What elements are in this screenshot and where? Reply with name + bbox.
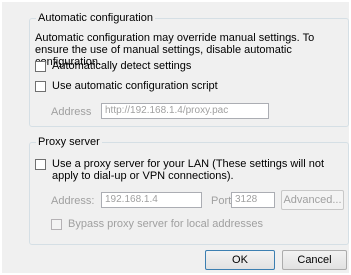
proxy-address-label: Address: [51,195,95,207]
script-address-label: Address [51,106,92,118]
auto-detect-row[interactable]: Automatically detect settings [35,60,191,72]
bypass-local-checkbox[interactable] [51,219,62,230]
proxy-server-legend: Proxy server [38,136,100,148]
bypass-local-label[interactable]: Bypass proxy server for local addresses [68,218,263,230]
script-address-field[interactable]: http://192.168.1.4/proxy.pac [101,103,269,119]
lan-settings-dialog: Automatic configuration Automatic config… [2,2,349,273]
ok-button[interactable]: OK [205,250,275,270]
bypass-local-row[interactable]: Bypass proxy server for local addresses [51,218,263,230]
auto-script-label[interactable]: Use automatic configuration script [52,80,218,92]
auto-detect-checkbox[interactable] [35,61,46,72]
automatic-configuration-legend: Automatic configuration [38,12,153,24]
proxy-address-field[interactable]: 192.168.1.4 [101,192,202,208]
automatic-configuration-group: Automatic configuration Automatic config… [29,12,349,127]
auto-script-row[interactable]: Use automatic configuration script [35,80,218,92]
proxy-port-field[interactable]: 3128 [231,192,275,208]
use-proxy-label[interactable]: Use a proxy server for your LAN (These s… [52,158,345,182]
advanced-button[interactable]: Advanced... [281,190,344,210]
auto-detect-label[interactable]: Automatically detect settings [52,60,191,72]
proxy-server-group: Proxy server Use a proxy server for your… [29,136,349,245]
use-proxy-row[interactable]: Use a proxy server for your LAN (These s… [35,158,345,182]
auto-script-checkbox[interactable] [35,81,46,92]
cancel-button[interactable]: Cancel [282,250,347,270]
use-proxy-checkbox[interactable] [35,159,46,170]
